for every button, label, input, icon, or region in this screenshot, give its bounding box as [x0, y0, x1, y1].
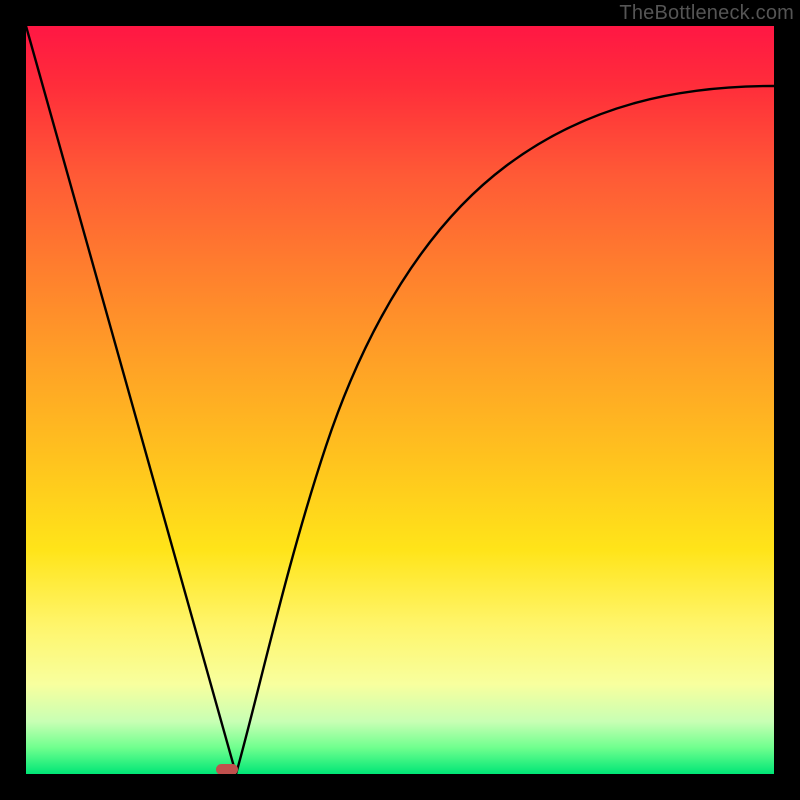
curve-layer	[26, 26, 774, 774]
plot-area	[26, 26, 774, 774]
chart-frame: TheBottleneck.com	[0, 0, 800, 800]
curve-left-segment	[26, 26, 236, 774]
watermark-text: TheBottleneck.com	[619, 2, 794, 25]
bottleneck-marker	[216, 764, 238, 774]
curve-right-segment	[236, 86, 774, 774]
